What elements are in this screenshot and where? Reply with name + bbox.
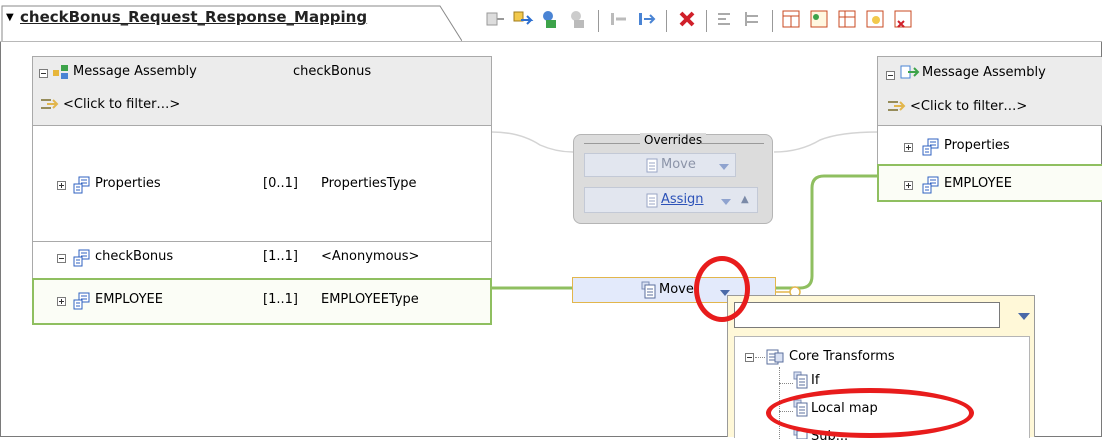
filter-icon xyxy=(888,101,906,111)
move-transform-label: Move xyxy=(659,282,694,297)
source-row-cardinality: [1..1] xyxy=(263,249,298,264)
dropdown-arrow-icon[interactable] xyxy=(721,199,731,205)
source-row-cardinality: [0..1] xyxy=(263,176,298,191)
override-move-label: Move xyxy=(661,157,696,172)
transform-doc-icon xyxy=(641,281,656,299)
transform-doc-icon xyxy=(646,158,658,173)
element-icon xyxy=(922,176,939,194)
row-divider xyxy=(33,241,491,242)
target-row-name[interactable]: EMPLOYEE xyxy=(944,176,1012,191)
element-icon xyxy=(922,138,939,156)
source-row-type: <Anonymous> xyxy=(321,249,420,264)
overrides-rule-right xyxy=(700,143,764,144)
source-header-name: checkBonus xyxy=(293,64,372,79)
expand-toggle[interactable] xyxy=(57,297,66,306)
filter-icon xyxy=(41,99,59,109)
transform-doc-icon xyxy=(793,371,808,389)
target-row-name[interactable]: Properties xyxy=(944,138,1010,153)
collapse-toggle[interactable] xyxy=(39,69,48,78)
target-header-title: Message Assembly xyxy=(922,65,1046,80)
source-filter[interactable]: <Click to filter…> xyxy=(63,97,180,112)
core-transforms-icon xyxy=(766,349,784,365)
transform-search-input[interactable] xyxy=(734,302,1000,328)
override-assign-label[interactable]: Assign xyxy=(661,192,704,207)
transform-doc-icon xyxy=(646,193,658,208)
element-icon xyxy=(73,176,90,194)
target-filter[interactable]: <Click to filter…> xyxy=(910,99,1027,114)
source-row-type: PropertiesType xyxy=(321,176,417,191)
tree-item[interactable]: If xyxy=(811,373,819,388)
override-assign-transform[interactable]: Assign ▲ xyxy=(584,187,758,213)
tree-connector xyxy=(755,357,765,358)
collapse-toggle[interactable] xyxy=(57,254,66,263)
expand-toggle[interactable] xyxy=(904,181,913,190)
target-message-panel: Message Assembly <Click to filter…> Prop… xyxy=(877,56,1102,202)
message-assembly-icon xyxy=(53,65,68,79)
source-header-title: Message Assembly xyxy=(73,64,197,79)
dropdown-arrow-icon[interactable] xyxy=(719,164,729,170)
source-row-cardinality: [1..1] xyxy=(263,292,298,307)
highlight-oval-move-dropdown xyxy=(694,256,750,322)
source-row-name[interactable]: EMPLOYEE xyxy=(95,292,163,307)
search-dropdown-arrow-icon[interactable] xyxy=(1018,313,1030,320)
collapse-toggle[interactable] xyxy=(745,353,754,362)
tree-group-label[interactable]: Core Transforms xyxy=(789,349,895,364)
element-icon xyxy=(73,249,90,267)
expand-toggle[interactable] xyxy=(904,143,913,152)
overrides-label: Overrides xyxy=(640,133,707,147)
collapse-toggle[interactable] xyxy=(886,71,895,80)
source-row-name[interactable]: checkBonus xyxy=(95,249,173,264)
tree-connector xyxy=(779,383,793,384)
expand-toggle[interactable] xyxy=(57,181,66,190)
override-move-transform[interactable]: Move xyxy=(584,153,736,177)
source-row-name[interactable]: Properties xyxy=(95,176,161,191)
message-assembly-icon xyxy=(900,65,920,79)
overrides-group: Overrides Move Assign ▲ xyxy=(573,133,773,224)
warning-icon: ▲ xyxy=(741,194,749,205)
highlight-oval-local-map xyxy=(766,388,974,438)
source-message-panel: Message Assembly checkBonus <Click to fi… xyxy=(32,56,492,325)
source-row-type: EMPLOYEEType xyxy=(321,292,419,307)
element-icon xyxy=(73,292,90,310)
